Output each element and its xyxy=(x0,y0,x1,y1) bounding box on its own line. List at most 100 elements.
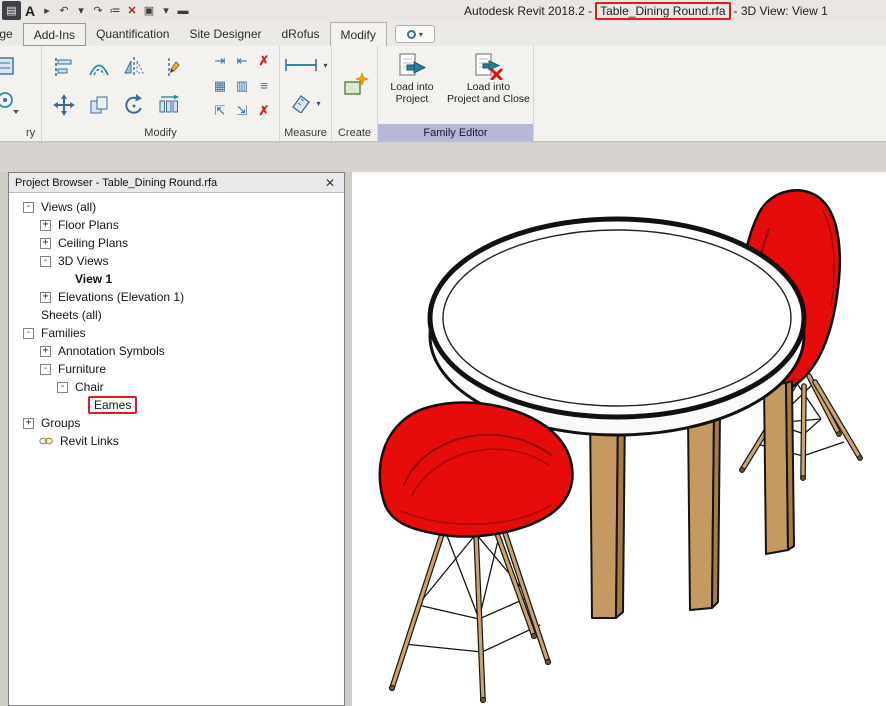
mirror-draw-axis-icon[interactable] xyxy=(151,48,186,86)
ribbon: ry xyxy=(0,46,886,142)
tree-item-label: Ceiling Plans xyxy=(56,236,130,250)
trim-extend-single-icon[interactable]: ⇤ xyxy=(231,48,253,73)
undo-caret[interactable]: ▾ xyxy=(73,1,89,20)
drawing-area[interactable] xyxy=(352,172,886,706)
close-icon[interactable]: ✕ xyxy=(322,176,338,190)
measure-between-references-button[interactable]: ▾ xyxy=(280,46,331,84)
unpin-icon[interactable]: ⇲ xyxy=(231,98,253,123)
window-title-prefix: Autodesk Revit 2018.2 - xyxy=(464,4,592,18)
ribbon-empty-area xyxy=(534,46,886,141)
clipped-tool-icon[interactable] xyxy=(0,54,17,85)
collapse-icon[interactable]: - xyxy=(40,256,51,267)
paste-grid-icon[interactable]: ▦ xyxy=(209,73,231,98)
modify-pointer-icon[interactable]: ▸ xyxy=(39,1,55,20)
tab-add-ins[interactable]: Add-Ins xyxy=(23,23,86,46)
tree-item-eames[interactable]: Eames xyxy=(9,396,344,414)
measure-along-element-button[interactable]: ▾ xyxy=(280,84,331,122)
tab-nage[interactable]: nage xyxy=(0,22,23,46)
tree-item-3d-views[interactable]: -3D Views xyxy=(9,252,344,270)
close-hidden-windows-icon[interactable]: ✕ xyxy=(124,1,140,20)
tree-item-views-all-[interactable]: -Views (all) xyxy=(9,198,344,216)
undo-icon[interactable]: ↶ xyxy=(56,1,72,20)
tree-item-annotation-symbols[interactable]: + Annotation Symbols xyxy=(9,342,344,360)
autodesk-logo[interactable]: A xyxy=(22,1,38,20)
pin-icon[interactable]: ⇱ xyxy=(209,98,231,123)
tab-quantification[interactable]: Quantification xyxy=(86,22,179,46)
3d-view-canvas[interactable] xyxy=(352,172,886,706)
cope-icon[interactable]: ≡ xyxy=(253,73,275,98)
tree-item-label: Annotation Symbols xyxy=(56,344,167,358)
tree-item-label: Elevations (Elevation 1) xyxy=(56,290,186,304)
tree-item-groups[interactable]: +Groups xyxy=(9,414,344,432)
delete-icon[interactable]: ✗ xyxy=(253,98,275,123)
mirror-pick-axis-icon[interactable] xyxy=(116,48,151,86)
array-icon[interactable] xyxy=(151,86,186,124)
move-icon[interactable] xyxy=(46,86,81,124)
offset-icon[interactable] xyxy=(81,48,116,86)
measure-panel-label[interactable]: Measure xyxy=(280,124,331,141)
load-into-project-and-close-label: Load into Project and Close xyxy=(447,81,530,105)
collapse-icon[interactable]: - xyxy=(23,202,34,213)
trim-extend-corner-icon[interactable]: ⇥ xyxy=(209,48,231,73)
window-title-suffix: - 3D View: View 1 xyxy=(734,4,828,18)
collapse-icon[interactable]: - xyxy=(23,328,34,339)
clipped-panel-label: ry xyxy=(0,124,41,141)
load-into-project-label: Load into Project xyxy=(390,81,433,105)
expand-icon[interactable]: + xyxy=(40,346,51,357)
quick-access-toolbar: ▤A▸↶▾↷≔✕▣▾▬ xyxy=(2,1,191,20)
app-menu-icon[interactable]: ▤ xyxy=(2,1,21,20)
expand-icon[interactable]: + xyxy=(23,418,34,429)
collapse-icon[interactable]: - xyxy=(40,364,51,375)
eames-chair-left[interactable] xyxy=(380,403,573,703)
tree-item-chair[interactable]: -Chair xyxy=(9,378,344,396)
measure-panel: ▾ ▾ Measure xyxy=(280,46,332,141)
create-panel-label[interactable]: Create xyxy=(332,124,377,141)
window-title-filename-highlight: Table_Dining Round.rfa xyxy=(595,2,730,20)
clipped-left-panel: ry xyxy=(0,46,42,141)
expand-icon[interactable]: + xyxy=(40,238,51,249)
tree-item-label: Revit Links xyxy=(58,434,121,448)
ribbon-cycle-icon xyxy=(407,30,416,39)
tree-item-families[interactable]: -Families xyxy=(9,324,344,342)
modify-small-tools: ⇥ ⇤ ✗ ▦ ▥ ≡ ⇱ ⇲ ✗ xyxy=(209,48,275,123)
tab-drofus[interactable]: dRofus xyxy=(272,22,330,46)
rotate-icon[interactable] xyxy=(116,86,151,124)
match-type-icon[interactable]: ▥ xyxy=(231,73,253,98)
tree-item-elevations-elevation-1-[interactable]: + Elevations (Elevation 1) xyxy=(9,288,344,306)
switch-windows-icon[interactable]: ▣ xyxy=(141,1,157,20)
tree-item-floor-plans[interactable]: +Floor Plans xyxy=(9,216,344,234)
tree-item-revit-links[interactable]: Revit Links xyxy=(9,432,344,450)
ribbon-tabs: nageAdd-InsQuantificationSite DesignerdR… xyxy=(0,22,387,46)
tab-modify[interactable]: Modify xyxy=(330,22,387,46)
project-browser-title-bar[interactable]: Project Browser - Table_Dining Round.rfa… xyxy=(9,173,344,193)
load-into-project-button[interactable]: Load into Project xyxy=(382,49,442,124)
tree-item-sheets-all-[interactable]: Sheets (all) xyxy=(9,306,344,324)
project-browser: Project Browser - Table_Dining Round.rfa… xyxy=(8,172,345,706)
collapse-icon[interactable]: - xyxy=(57,382,68,393)
tree-item-furniture[interactable]: -Furniture xyxy=(9,360,344,378)
modify-panel-label[interactable]: Modify xyxy=(42,124,279,141)
tree-item-view-1[interactable]: View 1 xyxy=(9,270,344,288)
load-into-project-and-close-button[interactable]: Load into Project and Close xyxy=(446,49,531,124)
modify-panel: ⇥ ⇤ ✗ ▦ ▥ ≡ ⇱ ⇲ ✗ Modify xyxy=(42,46,280,141)
split-element-icon[interactable]: ✗ xyxy=(253,48,275,73)
tree-item-label: Views (all) xyxy=(39,200,98,214)
tree-item-label: 3D Views xyxy=(56,254,110,268)
tree-item-ceiling-plans[interactable]: + Ceiling Plans xyxy=(9,234,344,252)
create-component-icon[interactable] xyxy=(341,71,369,99)
task-list-icon[interactable]: ≔ xyxy=(107,1,123,20)
expand-icon[interactable]: + xyxy=(40,220,51,231)
copy-icon[interactable] xyxy=(81,86,116,124)
clipped-tool-dropdown-icon[interactable] xyxy=(0,90,19,121)
round-table-top[interactable] xyxy=(430,219,804,435)
expand-icon[interactable]: + xyxy=(40,292,51,303)
tree-item-label: Chair xyxy=(73,380,106,394)
tab-site-designer[interactable]: Site Designer xyxy=(179,22,271,46)
tree-item-label: Families xyxy=(39,326,88,340)
switch-windows-caret[interactable]: ▾ xyxy=(158,1,174,20)
measure-line-icon xyxy=(283,56,321,74)
align-icon[interactable] xyxy=(46,48,81,86)
customize-qat-icon[interactable]: ▬ xyxy=(175,1,191,20)
redo-icon[interactable]: ↷ xyxy=(90,1,106,20)
ribbon-display-options-button[interactable]: ▾ xyxy=(395,25,435,43)
